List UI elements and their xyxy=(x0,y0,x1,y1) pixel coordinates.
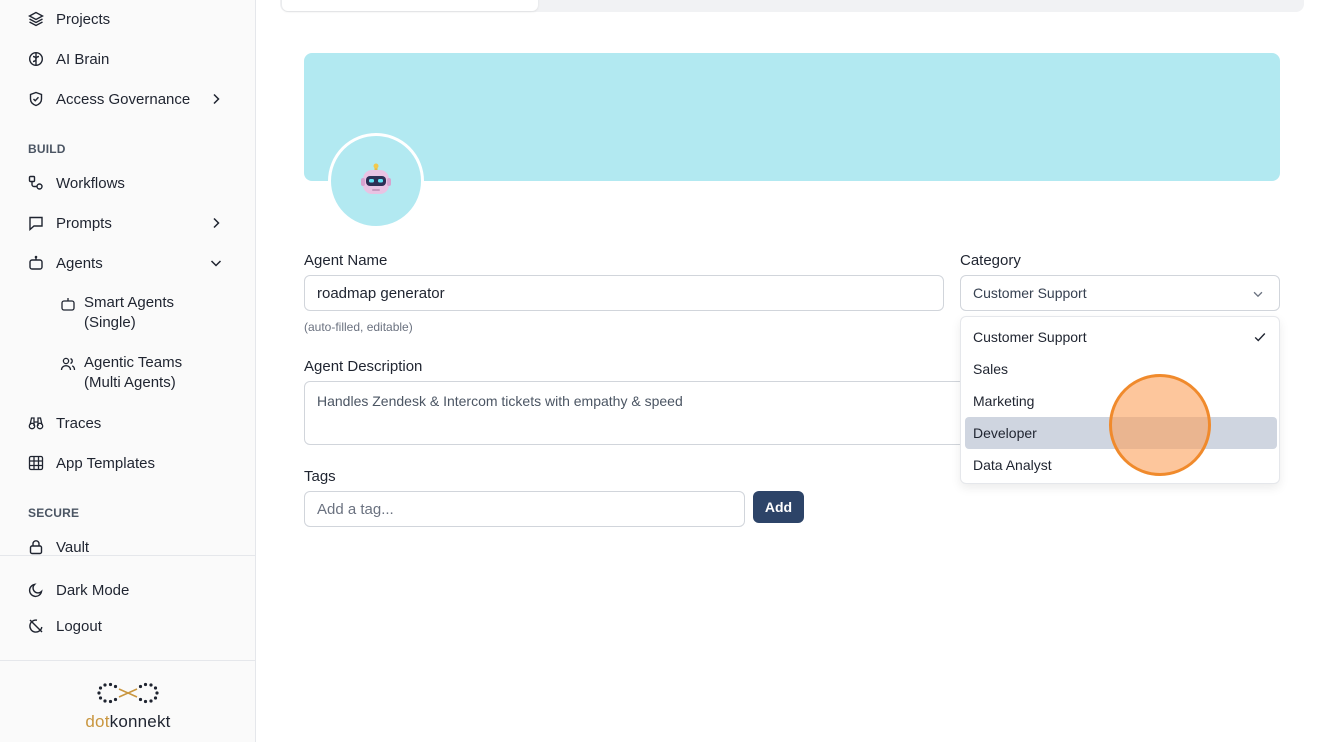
tab-bar xyxy=(280,0,1304,12)
bot-icon xyxy=(61,298,75,311)
category-label: Category xyxy=(960,252,1021,269)
layers-icon xyxy=(28,11,44,27)
grid-icon xyxy=(28,455,44,471)
brand-wordmark: dotkonnekt xyxy=(80,712,176,732)
tab-active[interactable] xyxy=(282,0,538,11)
sidebar-item-label: Projects xyxy=(56,10,111,28)
sidebar-item-workflows[interactable]: Workflows xyxy=(28,171,228,195)
agent-description-value: Handles Zendesk & Intercom tickets with … xyxy=(317,393,683,409)
category-option-sales[interactable]: Sales xyxy=(965,353,1277,385)
brand-wordmark-suffix: konnekt xyxy=(109,712,171,731)
binoculars-icon xyxy=(28,415,44,431)
robot-icon xyxy=(361,163,391,194)
chevron-right-icon xyxy=(213,93,220,105)
category-select[interactable]: Customer Support xyxy=(960,275,1280,311)
logout-icon xyxy=(28,618,44,634)
shield-icon xyxy=(28,91,44,107)
message-square-icon xyxy=(28,215,44,231)
sidebar-item-projects[interactable]: Projects xyxy=(28,7,228,31)
category-option-developer[interactable]: Developer xyxy=(965,417,1277,449)
chevron-down-icon xyxy=(1253,291,1263,298)
agent-name-value: roadmap generator xyxy=(317,284,445,302)
infinity-dots-logo-icon xyxy=(97,682,159,704)
sidebar-item-label: AI Brain xyxy=(56,50,110,68)
category-dropdown: Customer Support Sales Marketing Develop… xyxy=(960,316,1280,484)
category-option-customer-support[interactable]: Customer Support xyxy=(965,321,1277,353)
section-label-secure: SECURE xyxy=(28,506,80,520)
bot-icon xyxy=(28,255,44,271)
lock-icon xyxy=(28,539,44,555)
sidebar-item-label: Workflows xyxy=(56,174,125,192)
cover-banner xyxy=(304,53,1280,181)
sidebar-item-agents[interactable]: Agents xyxy=(28,251,228,275)
section-label-build: BUILD xyxy=(28,142,66,156)
chevron-down-icon xyxy=(210,260,222,267)
dark-mode-toggle[interactable]: Dark Mode xyxy=(28,578,228,602)
category-option-label: Customer Support xyxy=(973,329,1087,345)
tab[interactable] xyxy=(800,0,1040,10)
category-option-data-analyst[interactable]: Data Analyst xyxy=(965,449,1277,481)
sidebar-subitem-smart-agents[interactable]: Smart Agents (Single) xyxy=(60,293,230,333)
category-selected-value: Customer Support xyxy=(973,285,1087,301)
sidebar-item-access-governance[interactable]: Access Governance xyxy=(28,87,228,111)
sidebar-divider xyxy=(0,555,256,556)
agent-name-hint: (auto-filled, editable) xyxy=(304,320,413,334)
sidebar-item-label: Access Governance xyxy=(56,90,191,108)
category-option-label: Developer xyxy=(973,425,1037,441)
sidebar-item-label: App Templates xyxy=(56,454,155,472)
agent-description-label: Agent Description xyxy=(304,358,423,375)
brand-wordmark-prefix: dot xyxy=(85,712,110,731)
sidebar: Projects AI Brain Access Governance BUIL… xyxy=(0,0,256,742)
sidebar-subitem-label: (Multi Agents) xyxy=(84,374,176,391)
agent-avatar[interactable] xyxy=(328,133,424,229)
brand-logo: dotkonnekt xyxy=(80,680,176,732)
users-icon xyxy=(60,357,76,371)
sidebar-item-ai-brain[interactable]: AI Brain xyxy=(28,47,228,71)
agent-name-label: Agent Name xyxy=(304,252,388,269)
sidebar-item-traces[interactable]: Traces xyxy=(28,411,228,435)
category-option-label: Sales xyxy=(973,361,1009,377)
logout-button[interactable]: Logout xyxy=(28,614,228,638)
tag-input-placeholder: Add a tag... xyxy=(317,500,394,518)
sidebar-item-app-templates[interactable]: App Templates xyxy=(28,451,228,475)
sidebar-subitem-label: (Single) xyxy=(84,314,136,331)
tags-label: Tags xyxy=(304,468,336,485)
category-option-label: Marketing xyxy=(973,393,1035,409)
sidebar-item-label: Traces xyxy=(56,414,102,432)
sidebar-item-label: Agents xyxy=(56,254,103,272)
add-tag-button[interactable]: Add xyxy=(753,491,804,523)
sidebar-item-label: Vault xyxy=(56,538,90,556)
tab[interactable] xyxy=(1060,0,1290,10)
category-option-marketing[interactable]: Marketing xyxy=(965,385,1277,417)
sidebar-subitem-label: Smart Agents xyxy=(84,294,175,311)
chevron-right-icon xyxy=(213,217,220,229)
tag-input[interactable]: Add a tag... xyxy=(304,491,745,527)
sidebar-item-prompts[interactable]: Prompts xyxy=(28,211,228,235)
sidebar-subitem-agentic-teams[interactable]: Agentic Teams (Multi Agents) xyxy=(60,353,230,393)
sidebar-subitem-label: Agentic Teams xyxy=(84,354,183,371)
moon-icon xyxy=(28,582,44,598)
sidebar-item-label: Dark Mode xyxy=(56,581,130,599)
brain-icon xyxy=(28,51,44,67)
check-icon xyxy=(1254,333,1266,342)
category-option-label: Data Analyst xyxy=(973,457,1052,473)
sidebar-item-label: Logout xyxy=(56,617,102,635)
sidebar-divider xyxy=(0,660,256,661)
sidebar-item-label: Prompts xyxy=(56,214,112,232)
tab[interactable] xyxy=(560,0,790,10)
agent-name-input[interactable]: roadmap generator xyxy=(304,275,944,311)
workflow-icon xyxy=(28,175,44,191)
